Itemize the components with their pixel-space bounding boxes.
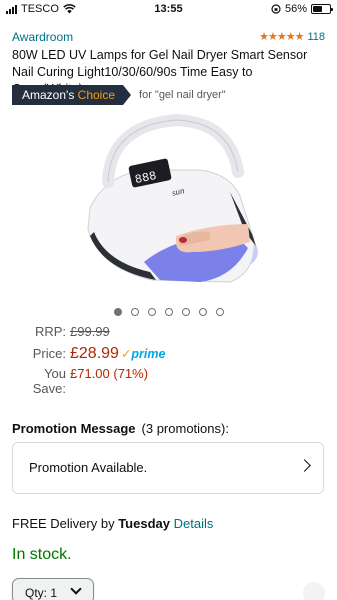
- rotation-lock-icon: [271, 4, 281, 14]
- carousel-dot[interactable]: [113, 308, 122, 316]
- savings-value: £71.00 (71%): [70, 366, 149, 381]
- carousel-dot[interactable]: [147, 308, 156, 316]
- stock-status: In stock.: [12, 546, 72, 563]
- badge-tail: [123, 85, 132, 105]
- badge-keyword: for "gel nail dryer": [139, 89, 226, 101]
- badge-label-accent: Choice: [77, 88, 116, 102]
- status-bar: TESCO 13:55 56%: [0, 0, 337, 20]
- promotion-box[interactable]: Promotion Available.: [12, 442, 324, 494]
- brand-link[interactable]: Awardroom: [12, 30, 73, 44]
- promotion-count: (3 promotions):: [141, 421, 229, 436]
- carousel-dot[interactable]: [130, 308, 139, 316]
- promotion-text: Promotion Available.: [29, 460, 148, 475]
- rrp-value: £99.99: [70, 324, 110, 339]
- delivery-info: FREE Delivery by Tuesday Details: [12, 516, 213, 531]
- savings-row: You Save: £71.00 (71%): [12, 366, 165, 396]
- battery-icon: [311, 4, 333, 14]
- rrp-label: RRP:: [34, 324, 66, 339]
- prime-check-icon: ✓: [120, 347, 132, 361]
- quantity-select[interactable]: Qty: 1: [12, 578, 94, 600]
- price-value: £28.99: [70, 345, 119, 362]
- prime-label: prime: [131, 347, 166, 361]
- price-block: RRP: £99.99 Price: £28.99 ✓prime You Sav…: [12, 324, 166, 396]
- delivery-details-link[interactable]: Details: [174, 516, 214, 531]
- rating-summary[interactable]: ★★★★★ 118: [259, 30, 325, 44]
- chevron-down-icon: [70, 583, 82, 595]
- prime-badge: ✓prime: [121, 346, 166, 361]
- battery-percent: 56%: [284, 3, 307, 15]
- quantity-label: Qty: 1: [25, 586, 58, 600]
- rrp-row: RRP: £99.99: [12, 324, 165, 345]
- badge-label-prefix: Amazon's: [22, 88, 78, 102]
- carousel-dot[interactable]: [181, 308, 190, 316]
- star-rating-icon: ★★★★★: [259, 31, 304, 43]
- carousel-dot[interactable]: [198, 308, 207, 316]
- promotion-title: Promotion Message: [12, 421, 136, 436]
- uv-nail-lamp-image[interactable]: 888 sun: [80, 112, 260, 294]
- chevron-right-icon: [298, 459, 311, 472]
- battery-level-fill: [313, 6, 322, 12]
- amazons-choice-badge[interactable]: Amazon's Choice: [12, 85, 124, 105]
- carousel-dot[interactable]: [164, 308, 173, 316]
- amazons-choice-row: Amazon's Choice for "gel nail dryer": [12, 85, 226, 105]
- savings-label: You Save:: [32, 366, 66, 396]
- carousel-dot[interactable]: [215, 308, 224, 316]
- delivery-day: Tuesday: [118, 516, 170, 531]
- promotion-heading: Promotion Message (3 promotions):: [12, 421, 229, 436]
- delivery-prefix: FREE Delivery by: [12, 516, 119, 531]
- brand-rating-row: Awardroom ★★★★★ 118: [12, 30, 325, 46]
- floating-circle-button[interactable]: [303, 582, 325, 600]
- price-label: Price:: [32, 346, 66, 361]
- price-row: Price: £28.99 ✓prime: [12, 345, 166, 366]
- image-carousel-dots[interactable]: [0, 308, 337, 316]
- battery-group: 56%: [271, 3, 333, 15]
- rating-count[interactable]: 118: [307, 31, 325, 43]
